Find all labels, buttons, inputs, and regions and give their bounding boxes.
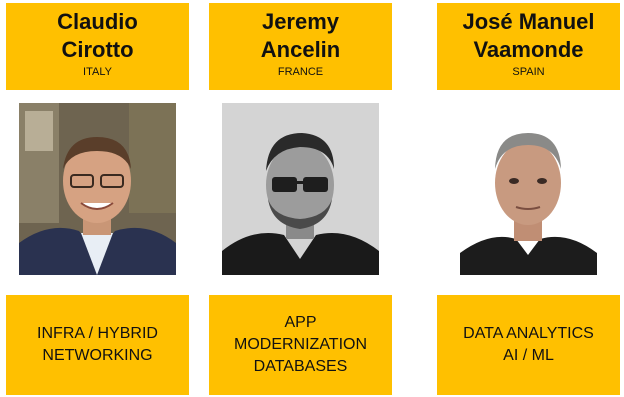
person-country: ITALY xyxy=(83,66,112,78)
portrait-photo xyxy=(450,103,607,275)
name-header: José Manuel Vaamonde SPAIN xyxy=(437,3,620,90)
person-country: FRANCE xyxy=(277,66,324,78)
name-header: Claudio Cirotto ITALY xyxy=(6,3,189,90)
person-card: Jeremy Ancelin FRANCE APP MODERNIZATION … xyxy=(209,0,392,397)
portrait-photo xyxy=(19,103,176,275)
person-last-name: Ancelin xyxy=(260,37,341,62)
person-first-name: Claudio xyxy=(57,9,138,34)
focus-area-line: MODERNIZATION xyxy=(233,336,368,353)
focus-area-box: DATA ANALYTICS AI / ML xyxy=(437,295,620,395)
portrait-photo-grayscale xyxy=(222,103,379,275)
person-first-name: José Manuel xyxy=(462,9,595,34)
focus-area-box: INFRA / HYBRID NETWORKING xyxy=(6,295,189,395)
person-country: SPAIN xyxy=(512,66,545,78)
person-last-name: Vaamonde xyxy=(473,37,584,62)
person-first-name: Jeremy xyxy=(261,9,340,34)
person-card: Claudio Cirotto ITALY INFRA / HYBRID NET… xyxy=(6,0,189,397)
focus-area-line: NETWORKING xyxy=(42,347,153,364)
focus-area-line: APP xyxy=(284,314,317,331)
person-last-name: Cirotto xyxy=(61,37,134,62)
person-card: José Manuel Vaamonde SPAIN DATA ANALYTIC… xyxy=(437,0,620,397)
focus-area-box: APP MODERNIZATION DATABASES xyxy=(209,295,392,395)
name-header: Jeremy Ancelin FRANCE xyxy=(209,3,392,90)
focus-area-line: AI / ML xyxy=(503,347,554,364)
focus-area-line: DATABASES xyxy=(253,358,348,375)
focus-area-line: INFRA / HYBRID xyxy=(37,325,158,342)
focus-area-line: DATA ANALYTICS xyxy=(463,325,594,342)
